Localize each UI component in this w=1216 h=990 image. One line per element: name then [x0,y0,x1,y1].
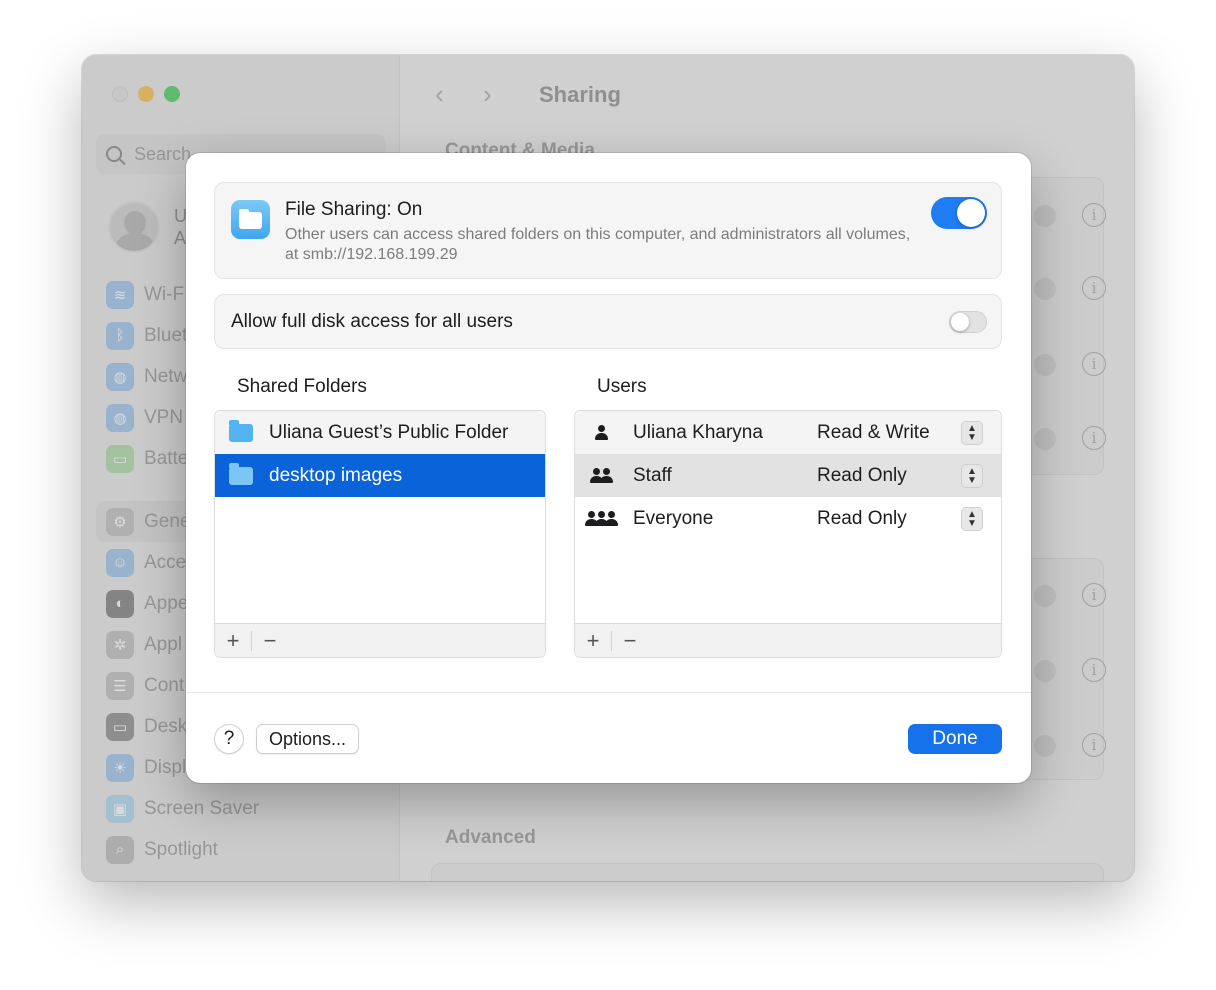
file-sharing-sheet: File Sharing: On Other users can access … [186,153,1031,783]
user-row[interactable]: Uliana Kharyna Read & Write ▲ ▼ [575,411,1001,454]
user-name: Everyone [633,507,714,529]
users-list-footer: + − [575,623,1001,657]
user-name: Uliana Kharyna [633,421,763,443]
done-button[interactable]: Done [908,724,1002,754]
folder-icon [229,419,253,442]
shared-folders-heading: Shared Folders [237,376,367,397]
person-icon [581,424,621,441]
full-disk-access-card: Allow full disk access for all users [214,294,1002,349]
folder-icon [229,462,253,485]
file-sharing-description: Other users can access shared folders on… [285,226,911,263]
chevron-down-icon: ▼ [967,474,977,486]
list-item[interactable]: desktop images [215,454,545,497]
toggle-knob [957,199,985,227]
permission-value: Read & Write [817,421,930,443]
remove-folder-button[interactable]: − [252,624,288,658]
toggle-knob [951,313,969,331]
user-name: Staff [633,464,672,486]
permission-popup-button[interactable]: ▲ ▼ [961,420,983,445]
permission-popup-button[interactable]: ▲ ▼ [961,463,983,488]
users-heading: Users [597,376,647,397]
remove-user-button[interactable]: − [612,624,648,658]
full-disk-access-toggle[interactable] [949,311,987,333]
file-sharing-folder-icon [231,200,270,239]
add-user-button[interactable]: + [575,624,611,658]
shared-folders-list: Uliana Guest’s Public Folder desktop ima… [214,410,546,658]
permission-value: Read Only [817,507,907,529]
permission-value: Read Only [817,464,907,486]
folders-list-footer: + − [215,623,545,657]
folder-name: Uliana Guest’s Public Folder [269,421,509,443]
file-sharing-card: File Sharing: On Other users can access … [214,182,1002,279]
full-disk-access-label: Allow full disk access for all users [231,311,513,332]
file-sharing-toggle[interactable] [931,197,987,229]
options-button[interactable]: Options... [256,724,360,754]
add-folder-button[interactable]: + [215,624,251,658]
user-row[interactable]: Staff Read Only ▲ ▼ [575,454,1001,497]
user-row[interactable]: Everyone Read Only ▲ ▼ [575,497,1001,540]
users-list: Uliana Kharyna Read & Write ▲ ▼ Staff Rea… [574,410,1002,658]
permission-popup-button[interactable]: ▲ ▼ [961,506,983,531]
folder-name: desktop images [269,464,403,486]
chevron-down-icon: ▼ [967,517,977,529]
footer-divider [186,692,1031,693]
list-item[interactable]: Uliana Guest’s Public Folder [215,411,545,454]
group-icon [581,467,621,484]
help-button[interactable]: ? [214,724,244,754]
chevron-down-icon: ▼ [967,431,977,443]
everyone-icon [581,510,621,527]
file-sharing-title: File Sharing: On [285,199,423,220]
